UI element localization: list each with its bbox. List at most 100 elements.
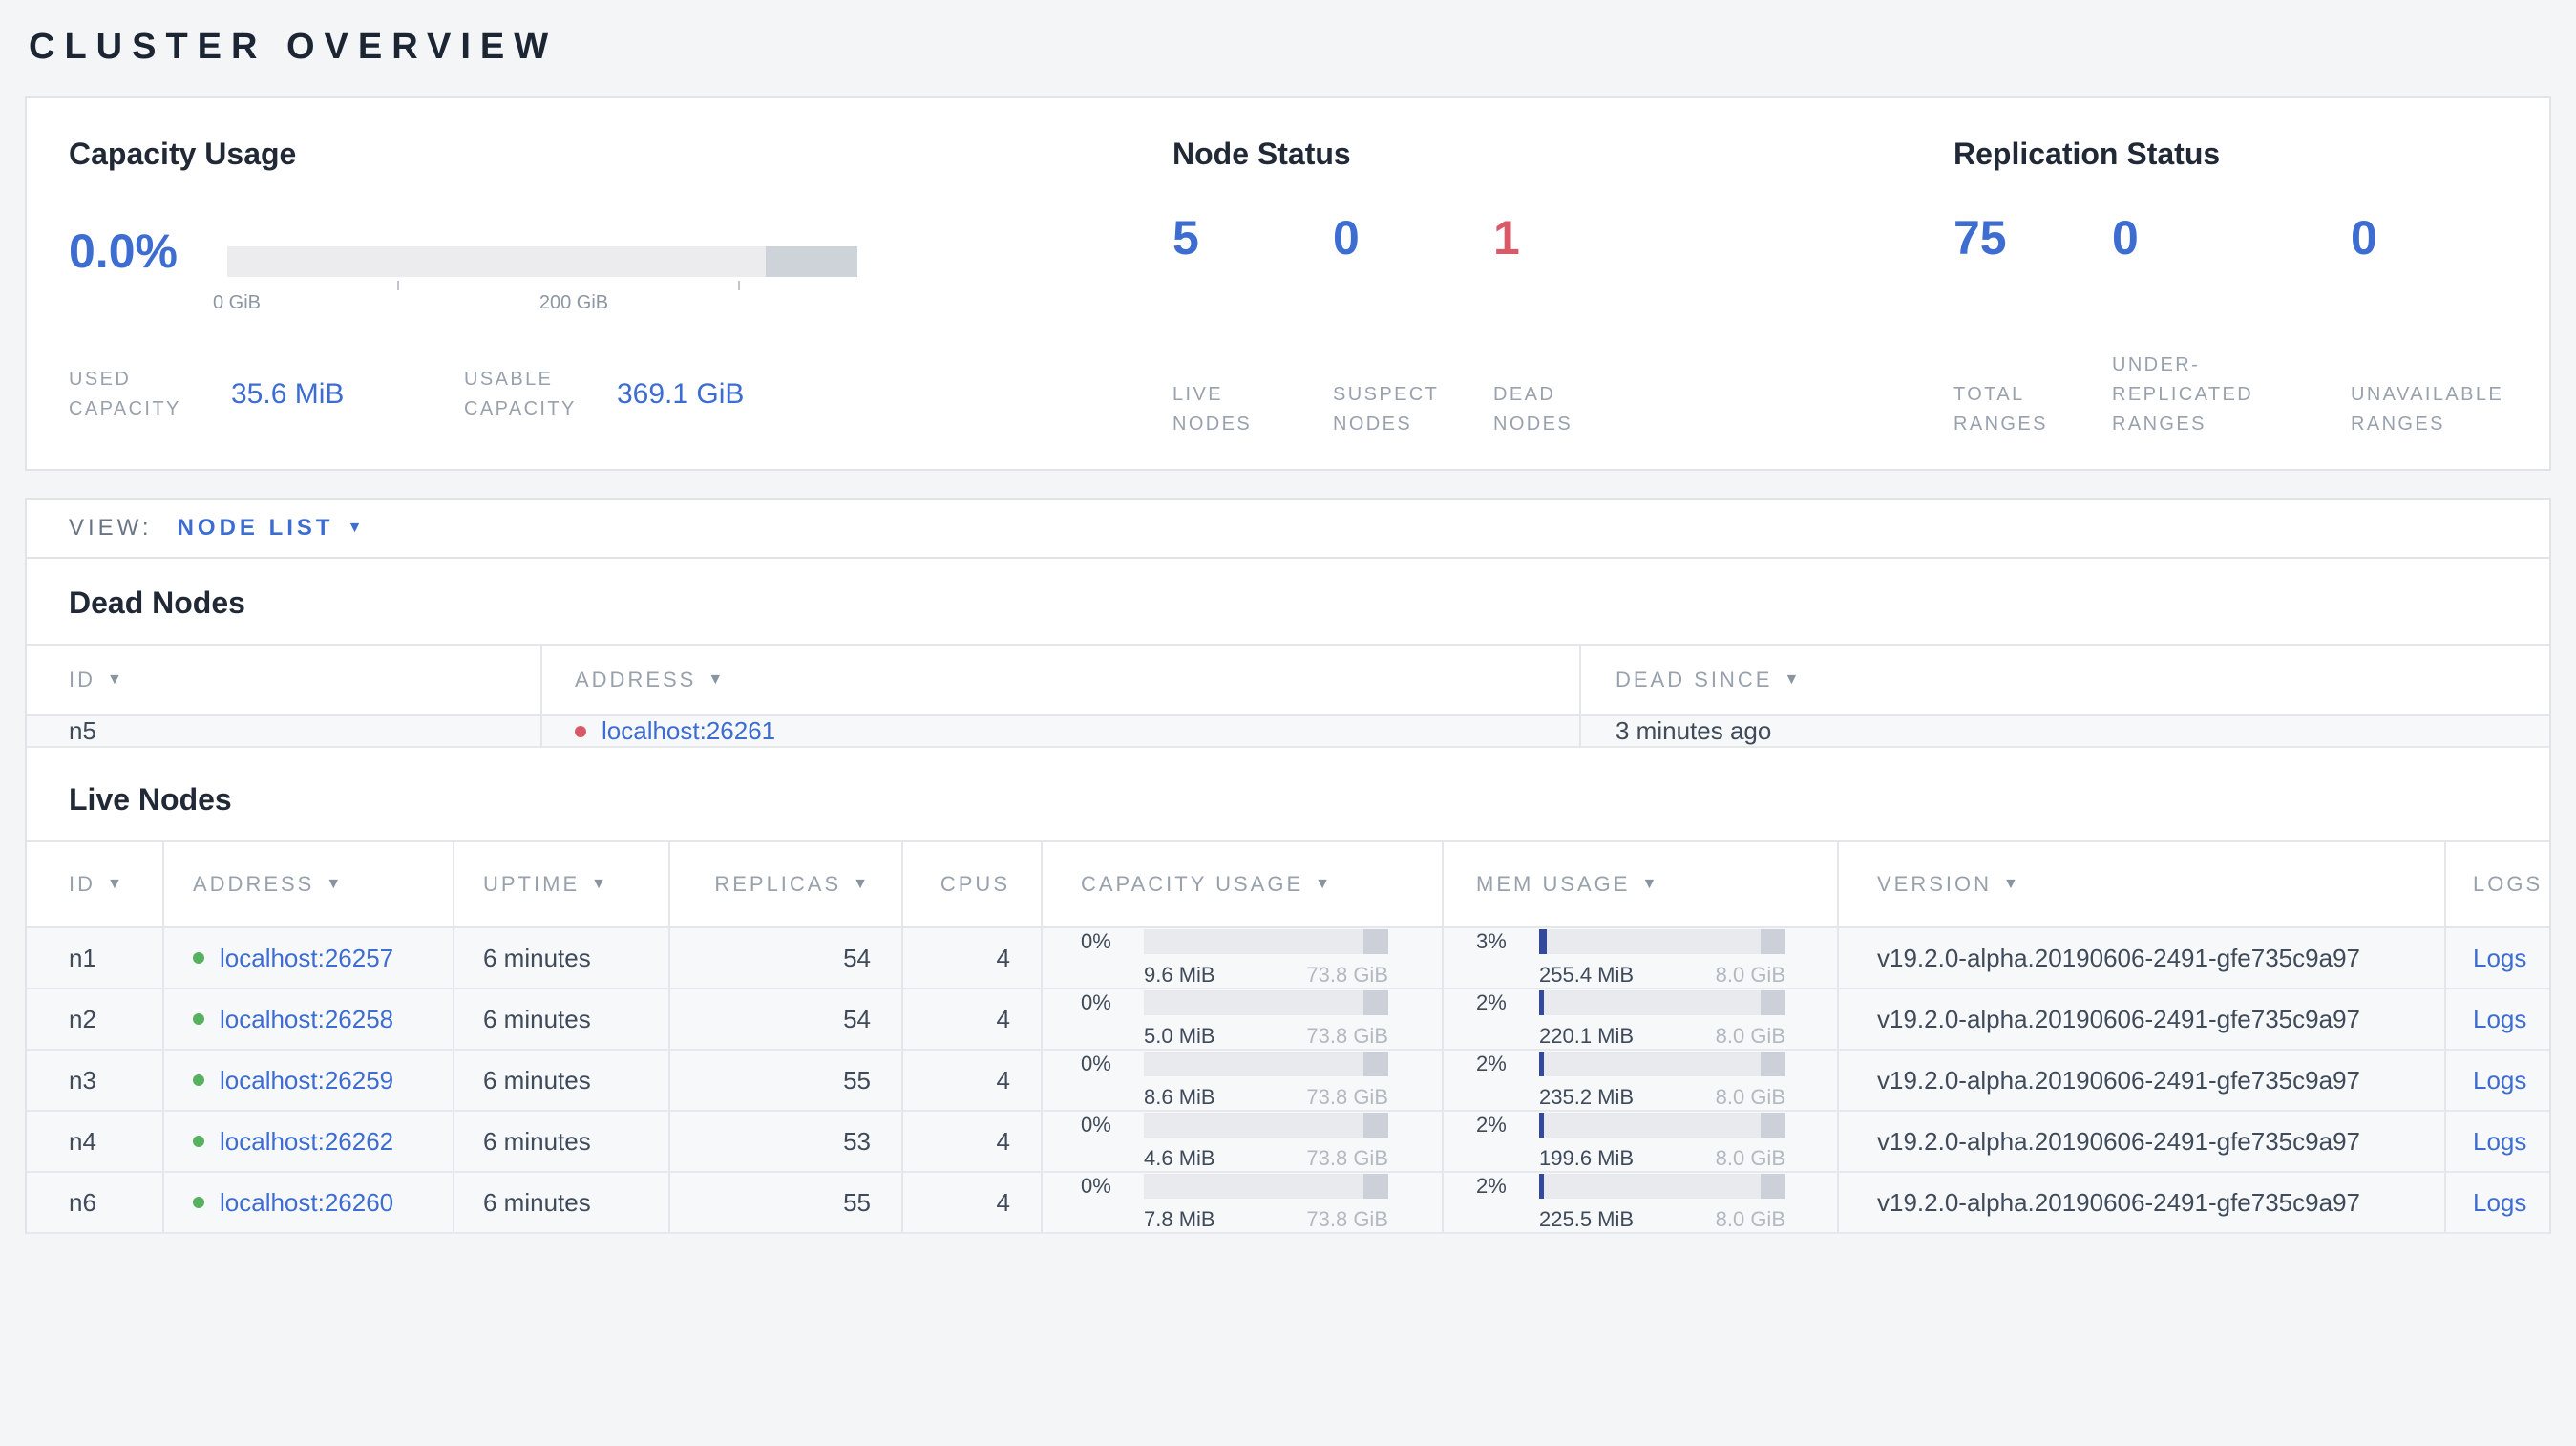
mem-bar-fill bbox=[1539, 1052, 1545, 1076]
column-header-id[interactable]: ID ▼ bbox=[27, 842, 164, 926]
node-address-link[interactable]: localhost:26260 bbox=[220, 1188, 393, 1218]
mem-percent: 2% bbox=[1476, 1174, 1507, 1198]
mem-total-value: 8.0 GiB bbox=[1715, 1085, 1785, 1109]
dead-nodes-stat: 1 DEAD NODES bbox=[1493, 214, 1654, 439]
column-header-uptime[interactable]: UPTIME ▼ bbox=[454, 842, 670, 926]
capacity-total-value: 73.8 GiB bbox=[1306, 963, 1388, 987]
mem-total-value: 8.0 GiB bbox=[1715, 1207, 1785, 1231]
live-status-icon bbox=[193, 1136, 204, 1147]
column-header-dead-since[interactable]: DEAD SINCE ▼ bbox=[1581, 646, 2549, 714]
sort-caret-icon: ▼ bbox=[107, 671, 125, 688]
node-address-link[interactable]: localhost:26259 bbox=[220, 1066, 393, 1095]
column-header-replicas[interactable]: REPLICAS ▼ bbox=[670, 842, 903, 926]
capacity-used-value: 5.0 MiB bbox=[1144, 1024, 1215, 1048]
capacity-bar-reserved-segment bbox=[1363, 990, 1388, 1015]
axis-tick bbox=[397, 281, 400, 290]
mem-bar-reserved-segment bbox=[1761, 929, 1785, 954]
mem-bar bbox=[1539, 1052, 1785, 1076]
node-address-link[interactable]: localhost:26262 bbox=[220, 1127, 393, 1157]
column-header-version[interactable]: VERSION ▼ bbox=[1839, 842, 2446, 926]
node-uptime: 6 minutes bbox=[454, 1112, 670, 1171]
mem-percent: 2% bbox=[1476, 1052, 1507, 1075]
capacity-total-value: 73.8 GiB bbox=[1306, 1024, 1388, 1048]
logs-link[interactable]: Logs bbox=[2473, 1005, 2526, 1034]
node-version: v19.2.0-alpha.20190606-2491-gfe735c9a97 bbox=[1839, 1173, 2446, 1232]
node-id: n2 bbox=[27, 989, 164, 1049]
dead-status-icon bbox=[575, 725, 586, 737]
column-header-capacity-usage[interactable]: CAPACITY USAGE ▼ bbox=[1043, 842, 1444, 926]
sort-caret-icon: ▼ bbox=[1784, 671, 1803, 688]
mem-usage-cell: 2% 220.1 MiB 8.0 GiB bbox=[1444, 989, 1839, 1049]
table-row: n1 localhost:26257 6 minutes 54 4 0% 9.6… bbox=[27, 928, 2549, 989]
column-header-logs: LOGS bbox=[2473, 872, 2544, 896]
logs-link[interactable]: Logs bbox=[2473, 1188, 2526, 1218]
sort-caret-icon: ▼ bbox=[326, 876, 345, 892]
unavailable-ranges-label: UNAVAILABLE RANGES bbox=[2351, 384, 2504, 435]
capacity-used-value: 9.6 MiB bbox=[1144, 963, 1215, 987]
total-ranges-label: TOTAL RANGES bbox=[1953, 384, 2048, 435]
node-version: v19.2.0-alpha.20190606-2491-gfe735c9a97 bbox=[1839, 1051, 2446, 1110]
node-replicas: 55 bbox=[670, 1173, 903, 1232]
live-status-icon bbox=[193, 1074, 204, 1086]
node-address-link[interactable]: localhost:26257 bbox=[220, 944, 393, 973]
mem-used-value: 199.6 MiB bbox=[1539, 1146, 1635, 1170]
mem-bar-reserved-segment bbox=[1761, 1113, 1785, 1138]
mem-usage-cell: 3% 255.4 MiB 8.0 GiB bbox=[1444, 928, 1839, 988]
logs-cell: Logs bbox=[2446, 989, 2549, 1049]
used-capacity-label: USED CAPACITY bbox=[69, 369, 181, 419]
node-address-link[interactable]: localhost:26258 bbox=[220, 1005, 393, 1034]
logs-link[interactable]: Logs bbox=[2473, 944, 2526, 973]
column-header-address[interactable]: ADDRESS ▼ bbox=[164, 842, 454, 926]
chevron-down-icon: ▼ bbox=[347, 520, 363, 536]
column-header-id[interactable]: ID ▼ bbox=[27, 646, 542, 714]
node-status-section: Node Status 5 LIVE NODES 0 SUSPECT NODES… bbox=[1167, 98, 1953, 469]
node-uptime: 6 minutes bbox=[454, 928, 670, 988]
node-list-dropdown[interactable]: NODE LIST ▼ bbox=[178, 515, 363, 542]
capacity-bar-reserved-segment bbox=[1363, 929, 1388, 954]
capacity-percent: 0% bbox=[1081, 990, 1111, 1014]
mem-bar-reserved-segment bbox=[1761, 1174, 1785, 1199]
mem-total-value: 8.0 GiB bbox=[1715, 1146, 1785, 1170]
capacity-total-value: 73.8 GiB bbox=[1306, 1207, 1388, 1231]
live-nodes-table-header: ID ▼ ADDRESS ▼ UPTIME ▼ REPLICAS ▼ CPUS CAPA… bbox=[27, 840, 2549, 928]
node-list-card: VIEW: NODE LIST ▼ Dead Nodes ID ▼ ADDRES… bbox=[25, 498, 2551, 1234]
usable-capacity-label: USABLE CAPACITY bbox=[464, 369, 577, 419]
table-row: n3 localhost:26259 6 minutes 55 4 0% 8.6… bbox=[27, 1051, 2549, 1112]
mem-used-value: 225.5 MiB bbox=[1539, 1207, 1635, 1231]
mem-bar-reserved-segment bbox=[1761, 1052, 1785, 1076]
node-address-link[interactable]: localhost:26261 bbox=[602, 716, 775, 746]
mem-bar-fill bbox=[1539, 1113, 1545, 1138]
sort-caret-icon: ▼ bbox=[591, 876, 609, 892]
node-cpus: 4 bbox=[903, 1112, 1043, 1171]
capacity-usage-cell: 0% 9.6 MiB 73.8 GiB bbox=[1043, 928, 1444, 988]
logs-link[interactable]: Logs bbox=[2473, 1127, 2526, 1157]
node-uptime: 6 minutes bbox=[454, 1173, 670, 1232]
column-header-mem-usage[interactable]: MEM USAGE ▼ bbox=[1444, 842, 1839, 926]
node-status-heading: Node Status bbox=[1172, 137, 1351, 171]
sort-caret-icon: ▼ bbox=[1315, 876, 1333, 892]
logs-cell: Logs bbox=[2446, 1051, 2549, 1110]
dead-nodes-heading: Dead Nodes bbox=[69, 585, 245, 620]
node-id: n4 bbox=[27, 1112, 164, 1171]
column-header-cpus[interactable]: CPUS bbox=[903, 842, 1043, 926]
view-bar: VIEW: NODE LIST ▼ bbox=[27, 500, 2549, 559]
mem-percent: 2% bbox=[1476, 1113, 1507, 1137]
capacity-used-value: 8.6 MiB bbox=[1144, 1085, 1215, 1109]
table-row: n5 localhost:26261 3 minutes ago bbox=[27, 716, 2549, 748]
mem-bar bbox=[1539, 1174, 1785, 1199]
table-row: n2 localhost:26258 6 minutes 54 4 0% 5.0… bbox=[27, 989, 2549, 1051]
table-row: n4 localhost:26262 6 minutes 53 4 0% 4.6… bbox=[27, 1112, 2549, 1173]
mem-bar-fill bbox=[1539, 929, 1547, 954]
used-capacity-stat: USED CAPACITY 35.6 MiB bbox=[69, 365, 464, 424]
capacity-axis: 0 GiB 200 GiB bbox=[213, 277, 857, 315]
summary-card: Capacity Usage 0.0% 0 GiB 200 GiB USED C… bbox=[25, 96, 2551, 471]
used-capacity-value: 35.6 MiB bbox=[231, 378, 345, 410]
node-id: n1 bbox=[27, 928, 164, 988]
logs-link[interactable]: Logs bbox=[2473, 1066, 2526, 1095]
capacity-bar bbox=[227, 246, 857, 277]
under-replicated-ranges-label: UNDER- REPLICATED RANGES bbox=[2112, 354, 2254, 435]
sort-caret-icon: ▼ bbox=[2003, 876, 2021, 892]
node-cpus: 4 bbox=[903, 1173, 1043, 1232]
mem-bar-fill bbox=[1539, 990, 1545, 1015]
column-header-address[interactable]: ADDRESS ▼ bbox=[542, 646, 1581, 714]
